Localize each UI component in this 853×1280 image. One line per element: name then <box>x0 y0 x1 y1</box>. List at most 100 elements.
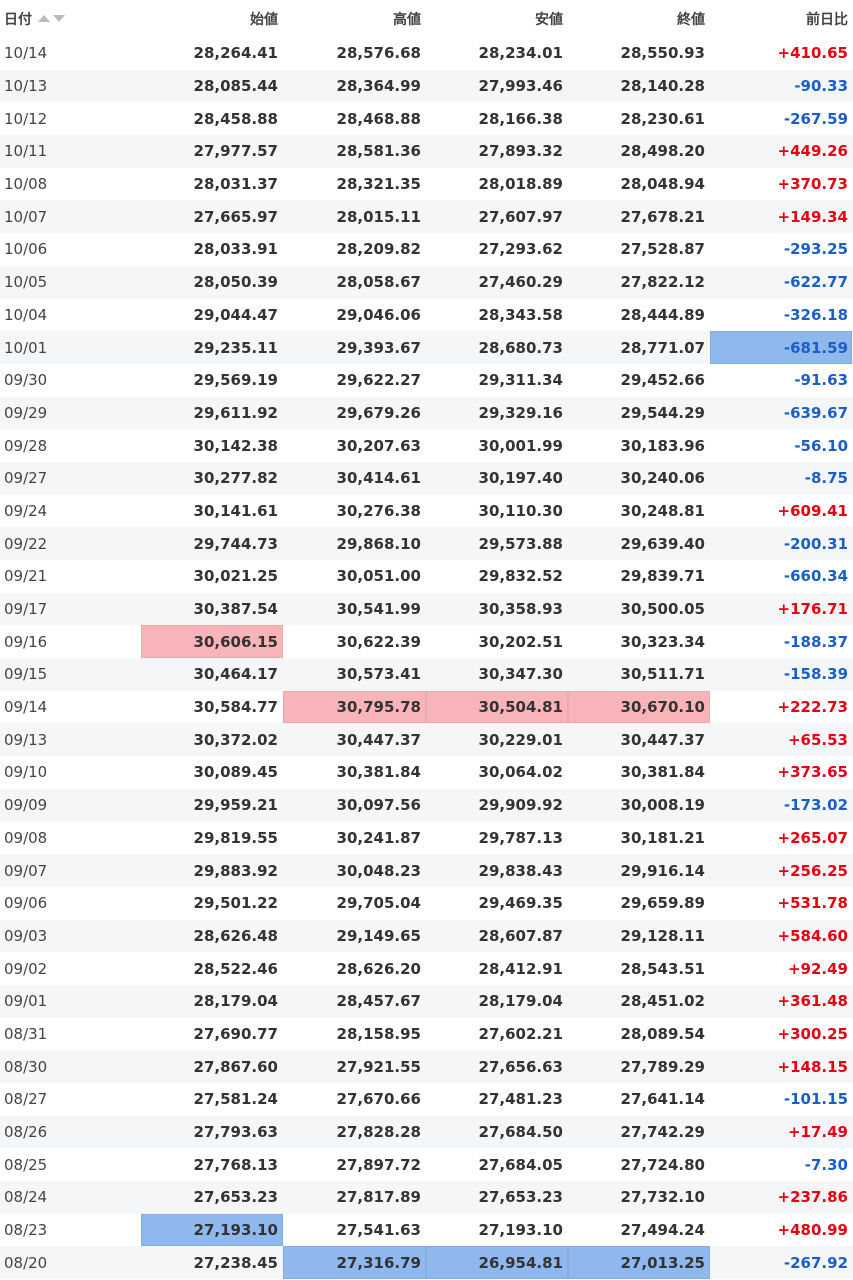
table-row: 09/17 30,387.54 30,541.99 30,358.93 30,500.0… <box>0 592 853 626</box>
close-price-cell: 30,670.10 <box>568 690 710 724</box>
price-history-table: 日付 始値 高値 安値 終値 前日比 10/14 28,264.41 28,576.… <box>0 0 853 1280</box>
open-price-cell: 30,277.82 <box>193 469 278 488</box>
low-price-cell: 30,001.99 <box>478 436 563 455</box>
date-cell: 09/15 <box>4 665 48 684</box>
high-price-cell: 27,897.72 <box>336 1155 421 1174</box>
close-price-cell: 30,240.06 <box>620 469 705 488</box>
high-price-cell: 28,468.88 <box>336 109 421 128</box>
low-price-cell: 27,656.63 <box>478 1057 563 1076</box>
high-price-cell: 29,868.10 <box>336 534 421 553</box>
close-price-cell: 30,183.96 <box>620 436 705 455</box>
change-cell: +148.15 <box>777 1057 848 1076</box>
table-row: 10/08 28,031.37 28,321.35 28,018.89 28,048.9… <box>0 168 853 201</box>
low-price-cell: 29,838.43 <box>478 861 563 880</box>
close-price-cell: 27,494.24 <box>620 1221 705 1240</box>
column-header-date[interactable]: 日付 <box>0 0 141 37</box>
table-row: 09/16 30,606.15 30,622.39 30,202.51 30,323.3… <box>0 625 853 659</box>
open-price-cell: 29,611.92 <box>193 403 278 422</box>
change-cell: -8.75 <box>804 469 848 488</box>
high-price-cell: 29,046.06 <box>336 305 421 324</box>
low-price-cell: 27,460.29 <box>478 273 563 292</box>
table-row: 09/10 30,089.45 30,381.84 30,064.02 30,381.8… <box>0 756 853 789</box>
open-price-cell: 30,142.38 <box>193 436 278 455</box>
high-price-cell: 27,921.55 <box>336 1057 421 1076</box>
change-cell: -200.31 <box>783 534 848 553</box>
sort-controls[interactable] <box>38 15 65 22</box>
high-price-cell: 28,576.68 <box>336 44 421 63</box>
close-price-cell: 28,498.20 <box>620 142 705 161</box>
low-price-cell: 30,504.81 <box>426 690 568 724</box>
change-cell: -326.18 <box>783 305 848 324</box>
table-row: 09/21 30,021.25 30,051.00 29,832.52 29,839.7… <box>0 560 853 593</box>
low-price-cell: 29,329.16 <box>478 403 563 422</box>
change-cell: -622.77 <box>783 273 848 292</box>
table-row: 09/15 30,464.17 30,573.41 30,347.30 30,511.7… <box>0 658 853 691</box>
table-row: 08/23 27,193.10 27,541.63 27,193.10 27,494.2… <box>0 1213 853 1247</box>
close-price-cell: 30,447.37 <box>620 730 705 749</box>
date-cell: 09/30 <box>4 371 48 390</box>
close-price-cell: 28,089.54 <box>620 1024 705 1043</box>
open-price-cell: 27,193.10 <box>141 1213 283 1247</box>
date-cell: 08/31 <box>4 1024 48 1043</box>
table-row: 08/24 27,653.23 27,817.89 27,653.23 27,732.1… <box>0 1181 853 1214</box>
close-price-cell: 30,381.84 <box>620 763 705 782</box>
open-price-cell: 30,021.25 <box>193 567 278 586</box>
column-header-high: 高値 <box>393 11 421 28</box>
table-row: 09/28 30,142.38 30,207.63 30,001.99 30,183.9… <box>0 429 853 462</box>
open-price-cell: 30,584.77 <box>193 698 278 717</box>
low-price-cell: 30,197.40 <box>478 469 563 488</box>
open-price-cell: 29,744.73 <box>193 534 278 553</box>
low-price-cell: 27,293.62 <box>478 240 563 259</box>
table-row: 10/01 29,235.11 29,393.67 28,680.73 28,771.0… <box>0 331 853 364</box>
change-cell: -639.67 <box>783 403 848 422</box>
header-label-date: 日付 <box>4 11 32 28</box>
low-price-cell: 28,234.01 <box>478 44 563 63</box>
table-row: 10/04 29,044.47 29,046.06 28,343.58 28,444.8… <box>0 299 853 332</box>
low-price-cell: 29,311.34 <box>478 371 563 390</box>
change-cell: +609.41 <box>777 501 848 520</box>
open-price-cell: 27,238.45 <box>193 1253 278 1272</box>
table-row: 10/11 27,977.57 28,581.36 27,893.32 28,498.2… <box>0 135 853 168</box>
table-row: 09/13 30,372.02 30,447.37 30,229.01 30,447.3… <box>0 723 853 757</box>
date-cell: 08/25 <box>4 1155 48 1174</box>
table-row: 08/27 27,581.24 27,670.66 27,481.23 27,641.1… <box>0 1083 853 1116</box>
close-price-cell: 28,048.94 <box>620 175 705 194</box>
table-row: 09/06 29,501.22 29,705.04 29,469.35 29,659.8… <box>0 887 853 920</box>
open-price-cell: 27,867.60 <box>193 1057 278 1076</box>
date-cell: 10/01 <box>4 338 48 357</box>
low-price-cell: 28,179.04 <box>478 992 563 1011</box>
table-row: 09/27 30,277.82 30,414.61 30,197.40 30,240.0… <box>0 461 853 495</box>
high-price-cell: 28,626.20 <box>336 959 421 978</box>
high-price-cell: 29,679.26 <box>336 403 421 422</box>
date-cell: 08/24 <box>4 1188 48 1207</box>
close-price-cell: 29,639.40 <box>620 534 705 553</box>
table-row: 09/01 28,179.04 28,457.67 28,179.04 28,451.0… <box>0 984 853 1018</box>
change-cell: +265.07 <box>777 828 848 847</box>
close-price-cell: 28,451.02 <box>620 992 705 1011</box>
table-row: 10/14 28,264.41 28,576.68 28,234.01 28,550.9… <box>0 37 853 70</box>
change-cell: -293.25 <box>783 240 848 259</box>
low-price-cell: 30,064.02 <box>478 763 563 782</box>
date-cell: 10/08 <box>4 175 48 194</box>
open-price-cell: 30,464.17 <box>193 665 278 684</box>
date-cell: 10/13 <box>4 77 48 96</box>
sort-ascending-icon[interactable] <box>38 15 50 22</box>
close-price-cell: 27,789.29 <box>620 1057 705 1076</box>
table-row: 09/30 29,569.19 29,622.27 29,311.34 29,452.6… <box>0 364 853 397</box>
low-price-cell: 27,607.97 <box>478 207 563 226</box>
date-cell: 10/07 <box>4 207 48 226</box>
date-cell: 10/11 <box>4 142 48 161</box>
change-cell: -90.33 <box>794 77 848 96</box>
column-header-close: 終値 <box>677 11 705 28</box>
open-price-cell: 28,264.41 <box>193 44 278 63</box>
close-price-cell: 27,013.25 <box>568 1246 710 1280</box>
close-price-cell: 27,724.80 <box>620 1155 705 1174</box>
date-cell: 09/16 <box>4 632 48 651</box>
table-row: 08/20 27,238.45 27,316.79 26,954.81 27,013.2… <box>0 1246 853 1280</box>
sort-descending-icon[interactable] <box>53 15 65 22</box>
close-price-cell: 28,444.89 <box>620 305 705 324</box>
high-price-cell: 28,209.82 <box>336 240 421 259</box>
high-price-cell: 30,622.39 <box>336 632 421 651</box>
high-price-cell: 30,573.41 <box>336 665 421 684</box>
low-price-cell: 28,018.89 <box>478 175 563 194</box>
